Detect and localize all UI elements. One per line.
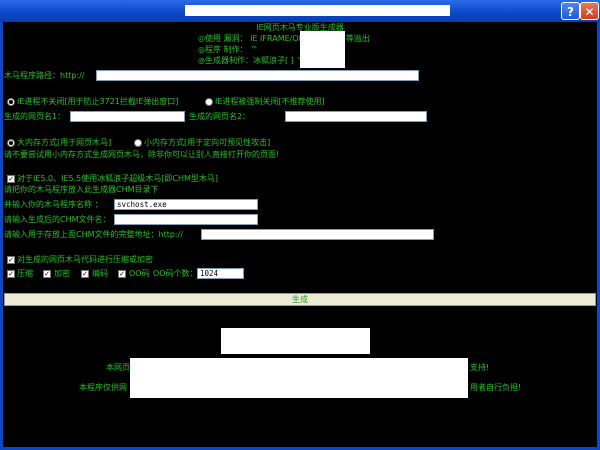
chm-note: 请把你的木马程序放入此生成器CHM目录下	[4, 185, 159, 194]
compress-label: 压缩	[17, 269, 33, 278]
form-area: IE网页木马专业版生成器 ◎使用 漏洞： IE IFRAME/OBJECT/CH…	[3, 22, 597, 447]
oo-checkbox[interactable]: ✓	[118, 270, 126, 278]
header-line-author: ◎程序 制作： ™	[198, 45, 259, 54]
encoding-checkbox[interactable]: ✓	[81, 270, 89, 278]
close-button[interactable]: ✕	[580, 2, 599, 20]
footer-line1-end: 支持!	[470, 363, 490, 372]
program-name-label: 并输入你的木马程序名称 ：	[4, 200, 103, 209]
encoding-label: 编码	[92, 269, 108, 278]
generate-button[interactable]: 生成	[4, 293, 596, 306]
chm-name-input[interactable]	[114, 214, 258, 225]
footer-line1-start: 本网页	[106, 363, 130, 372]
chm-name-label: 请输入生成后的CHM文件名：	[4, 215, 111, 224]
footer-line2-end: 用者自行负担!	[470, 383, 522, 392]
small-memory-radio[interactable]	[134, 139, 142, 147]
redacted-footer-text	[130, 358, 468, 398]
large-memory-label: 大内存方式[用于网页木马]	[17, 138, 112, 147]
trojan-path-input[interactable]	[96, 70, 419, 81]
ie-kill-label: IE进程被强制关闭[不推荐使用]	[215, 97, 325, 106]
page-name1-label: 生成的网页名1：	[4, 112, 66, 121]
redacted-image	[221, 328, 370, 354]
redacted-header-block	[300, 31, 345, 68]
chm-url-label: 请输入用于存放上面CHM文件的完整地址：http://	[4, 230, 184, 239]
oo-label: OO码	[129, 269, 150, 278]
compress-checkbox[interactable]: ✓	[7, 270, 15, 278]
oo-count-label: OO码个数：	[153, 269, 198, 278]
footer-line2-start: 本程序仅供网	[79, 383, 127, 392]
ie-keep-label: IE进程不关闭[用于防止3721拦截IE弹出窗口]	[17, 97, 179, 106]
page-name1-input[interactable]	[70, 111, 185, 122]
chm-checkbox-label: 对于IE5.0、IE5.5使用冰狐浪子超级木马[即CHM型木马]	[17, 174, 219, 183]
program-name-input[interactable]: svchost.exe	[114, 199, 258, 210]
help-button[interactable]: ?	[561, 2, 580, 20]
trojan-path-label: 木马程序路径：http://	[4, 71, 85, 80]
window-title	[185, 4, 450, 16]
encrypt-label: 加密	[54, 269, 70, 278]
ie-keep-radio[interactable]	[7, 98, 15, 106]
chm-url-input[interactable]	[201, 229, 434, 240]
memory-mode-note: 请不要尝试用小内存方式生成网页木马，除非你可以让别人直接打开你的页面!	[4, 150, 280, 159]
page-name2-input[interactable]	[285, 111, 427, 122]
chm-checkbox[interactable]: ✓	[7, 175, 15, 183]
header-line-generator: ◎生成器制作：冰狐浪子[ ] ™	[198, 56, 305, 65]
encode-checkbox[interactable]: ✓	[7, 256, 15, 264]
large-memory-radio[interactable]	[7, 139, 15, 147]
oo-count-input[interactable]: 1024	[197, 268, 244, 279]
ie-kill-radio[interactable]	[205, 98, 213, 106]
page-name2-label: 生成的网页名2：	[189, 112, 251, 121]
small-memory-label: 小内存方式[用于定向可预见性攻击]	[144, 138, 271, 147]
encode-checkbox-label: 对生成的网页木马代码进行压缩或加密	[17, 255, 153, 264]
encrypt-checkbox[interactable]: ✓	[43, 270, 51, 278]
